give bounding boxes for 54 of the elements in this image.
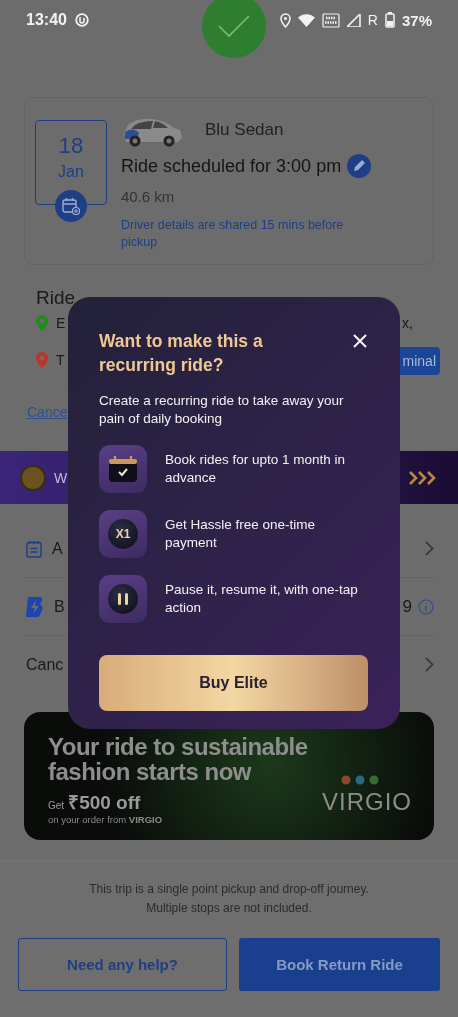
- ad-headline: Your ride to sustainable fashion starts now: [48, 734, 309, 784]
- date-month: Jan: [58, 163, 84, 181]
- offer-note: on your order from VIRGIO: [48, 814, 164, 825]
- car-name: Blu Sedan: [205, 120, 284, 140]
- offer-amount: ₹500 off: [68, 791, 141, 815]
- stop-address: E: [56, 315, 66, 331]
- row-label[interactable]: B: [54, 597, 65, 616]
- driver-note: Driver details are shared 15 mins before pickup: [121, 217, 345, 251]
- brand-logo: VIRGIO: [322, 788, 412, 816]
- terminal-button[interactable]: minal: [398, 347, 440, 375]
- lightning-logo-icon: [26, 595, 44, 618]
- row-value: 9: [402, 596, 412, 617]
- dialog-description: Create a recurring ride to take away your pain of daily booking: [99, 392, 345, 428]
- dialog-title: Want to make this a recurring ride?: [99, 330, 264, 377]
- feature-text: Get Hassle free one-time payment: [165, 516, 317, 552]
- notepad-icon: [26, 539, 42, 558]
- help-button[interactable]: Need any help?: [18, 938, 227, 991]
- status-time: 13:40: [26, 11, 67, 29]
- location-pin-icon: [36, 352, 48, 368]
- pause-icon: [99, 575, 147, 623]
- offer-prefix: Get: [48, 800, 65, 811]
- row-label[interactable]: Canc: [26, 655, 64, 674]
- trip-note: Multiple stops are not included.: [146, 900, 312, 917]
- battery-percent: 37%: [401, 11, 432, 29]
- location-icon: [279, 12, 291, 28]
- schedule-text: Ride scheduled for 3:00 pm: [121, 155, 342, 177]
- battery-icon: [384, 12, 395, 28]
- trip-note: This trip is a single point pickup and drop-off journey.: [89, 881, 369, 898]
- book-return-button[interactable]: Book Return Ride: [239, 938, 440, 991]
- row-label[interactable]: A: [52, 539, 63, 558]
- wifi-icon: [297, 13, 315, 27]
- chevron-right-icon: [425, 657, 434, 672]
- network-type: R: [367, 12, 378, 28]
- close-icon[interactable]: [352, 333, 368, 349]
- calendar-check-icon: [99, 445, 147, 493]
- success-check-icon: [202, 0, 266, 58]
- signal-icon: [346, 13, 361, 27]
- location-pin-icon: [36, 315, 48, 331]
- triple-chevron-icon: [408, 469, 438, 486]
- stop-address: T: [56, 352, 65, 368]
- calendar-add-icon[interactable]: [55, 190, 87, 222]
- section-heading: Ride: [36, 287, 76, 309]
- promo-text: W: [54, 469, 68, 486]
- buy-elite-button[interactable]: Buy Elite: [99, 655, 368, 711]
- feature-text: Book rides for upto 1 month in advance: [165, 451, 347, 487]
- dots-icon: [341, 775, 379, 785]
- chevron-right-icon: [425, 541, 434, 556]
- coin-icon: [20, 464, 46, 491]
- date-day: 18: [58, 133, 84, 159]
- feature-text: Pause it, resume it, with one-tap action: [165, 581, 359, 617]
- stop-address: x,: [402, 315, 413, 331]
- x1-badge: X1: [108, 519, 138, 549]
- distance-text: 40.6 km: [121, 188, 176, 205]
- edit-icon[interactable]: [347, 154, 372, 178]
